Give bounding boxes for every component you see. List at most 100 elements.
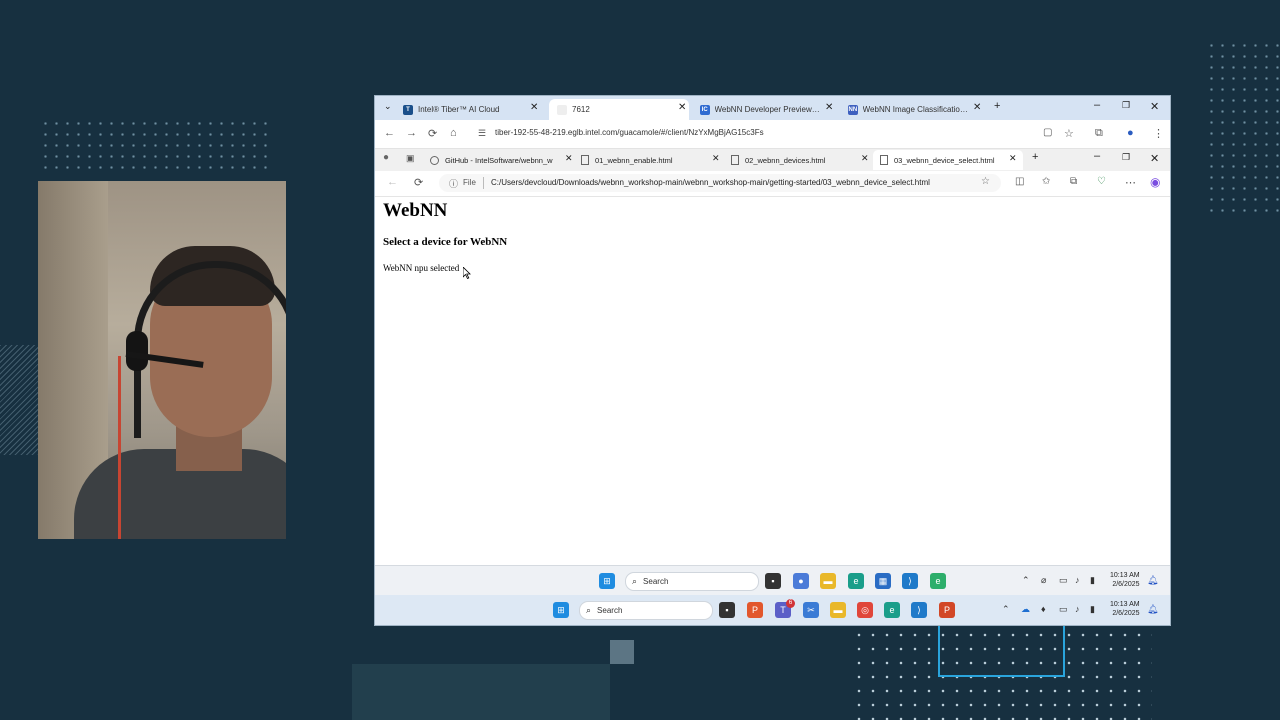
onedrive-icon[interactable]: ☁ (1021, 604, 1030, 615)
close-tab-icon[interactable]: ✕ (565, 153, 573, 164)
copilot-app-icon[interactable]: ● (793, 573, 809, 589)
inner-tab-label: 02_webnn_devices.html (745, 155, 826, 165)
restore-icon[interactable]: ❐ (1122, 100, 1130, 111)
close-window-icon[interactable]: ✕ (1150, 152, 1159, 165)
file-explorer-icon[interactable]: ▬ (820, 573, 836, 589)
site-info-icon[interactable]: ☰ (478, 128, 486, 139)
inner-address-bar[interactable]: ⓘ File C:/Users/devcloud/Downloads/webnn… (439, 174, 1001, 192)
close-tab-icon[interactable]: ✕ (973, 102, 981, 113)
close-tab-icon[interactable]: ✕ (861, 153, 869, 164)
display-icon[interactable]: ▭ (1059, 575, 1068, 586)
copilot-icon[interactable]: ◉ (1150, 175, 1160, 189)
webnn-favicon-icon: IC (700, 104, 710, 115)
profile-icon[interactable]: ● (383, 152, 389, 163)
search-icon: ⌕ (586, 605, 592, 615)
powerpoint-app-icon[interactable]: P (939, 602, 955, 618)
volume-icon[interactable]: ♪ (1075, 575, 1080, 585)
edge-dev-icon[interactable]: e (930, 573, 946, 589)
close-window-icon[interactable]: ✕ (1150, 100, 1159, 113)
back-arrow-icon[interactable]: ← (387, 176, 398, 188)
clock[interactable]: 10:13 AM 2/6/2025 (1110, 600, 1140, 618)
info-icon: ⓘ (449, 179, 459, 189)
teams-badge: 6 (786, 599, 795, 608)
more-menu-icon[interactable]: ⋯ (1125, 176, 1136, 189)
back-arrow-icon[interactable]: ← (384, 127, 395, 139)
close-tab-icon[interactable]: ✕ (678, 102, 686, 113)
forward-arrow-icon[interactable]: → (406, 127, 417, 139)
close-tab-icon[interactable]: ✕ (712, 153, 720, 164)
notification-bell-icon[interactable]: 🔔︎ (1147, 604, 1158, 615)
extensions-icon[interactable]: ⧉ (1095, 127, 1103, 140)
workspaces-icon[interactable]: ▣ (406, 153, 415, 164)
more-menu-icon[interactable]: ⋮ (1153, 127, 1164, 140)
network-icon[interactable]: ⌀ (1041, 575, 1046, 586)
edge-browser-icon[interactable]: e (884, 602, 900, 618)
vscode-icon[interactable]: ⟩ (902, 573, 918, 589)
reload-icon[interactable]: ⟳ (428, 127, 437, 140)
volume-icon[interactable]: ♪ (1075, 604, 1080, 614)
clock[interactable]: 10:13 AM 2/6/2025 (1110, 571, 1140, 589)
tab-list-chevron-icon[interactable]: ⌄ (384, 101, 392, 112)
snipping-tool-icon[interactable]: ✂ (803, 602, 819, 618)
task-view-icon[interactable]: ▪ (719, 602, 735, 618)
close-tab-icon[interactable]: ✕ (1009, 153, 1017, 164)
outer-tab-label: WebNN Developer Preview - In (714, 105, 821, 114)
tiber-favicon-icon: T (403, 104, 413, 115)
minimize-icon[interactable]: – (1094, 99, 1100, 111)
search-label: Search (643, 577, 669, 586)
device-status-text: WebNN npu selected (383, 263, 460, 273)
vscode-icon[interactable]: ⟩ (911, 602, 927, 618)
chrome-icon[interactable]: ◎ (857, 602, 873, 618)
notification-bell-icon[interactable]: 🔔︎ (1147, 575, 1158, 586)
windows-start-icon[interactable]: ⊞ (599, 573, 615, 589)
profile-avatar-icon[interactable]: ● (1127, 127, 1134, 139)
inner-tab-01-webnn-enable[interactable]: 01_webnn_enable.html (581, 150, 721, 170)
task-view-icon[interactable]: ▪ (765, 573, 781, 589)
battery-icon[interactable]: ▮ (1090, 575, 1095, 586)
outer-tab-label: WebNN Image Classification E (862, 105, 968, 114)
home-icon[interactable]: ⌂ (450, 127, 457, 139)
tray-chevron-icon[interactable]: ⌃ (1022, 575, 1030, 586)
close-tab-icon[interactable]: ✕ (530, 102, 538, 113)
restore-icon[interactable]: ❐ (1122, 152, 1130, 163)
inner-tab-strip: ● ▣ GitHub - IntelSoftware/webnn_w ✕ 01_… (375, 149, 1170, 171)
minimize-icon[interactable]: – (1094, 150, 1100, 162)
close-tab-icon[interactable]: ✕ (825, 102, 833, 113)
battery-icon[interactable]: ▮ (1090, 604, 1095, 615)
favorites-icon[interactable]: ✩ (1042, 176, 1050, 187)
inner-tab-github[interactable]: GitHub - IntelSoftware/webnn_w (430, 150, 570, 170)
taskbar-search-input[interactable]: ⌕ Search (579, 601, 713, 620)
file-explorer-icon[interactable]: ▬ (830, 602, 846, 618)
remote-browser-window: ⌄ T Intel® Tiber™ AI Cloud ✕ 7612 ✕ IC W… (375, 96, 1170, 625)
collections-icon[interactable]: ⧉ (1070, 176, 1077, 187)
microphone-icon[interactable]: ♦ (1041, 604, 1046, 614)
github-icon (430, 155, 439, 165)
address-divider (483, 177, 484, 189)
edge-browser-icon[interactable]: e (848, 573, 864, 589)
clock-time: 10:13 AM (1110, 572, 1140, 579)
reload-icon[interactable]: ⟳ (414, 176, 423, 189)
taskbar-search-input[interactable]: ⌕ Search (625, 572, 759, 591)
outer-tab-tiber-ai-cloud[interactable]: T Intel® Tiber™ AI Cloud (403, 99, 545, 120)
outer-tab-7612[interactable]: 7612 (549, 99, 689, 120)
inner-tab-03-webnn-device-select[interactable]: 03_webnn_device_select.html (873, 150, 1023, 170)
outer-tab-webnn-developer-preview[interactable]: IC WebNN Developer Preview - In (700, 99, 820, 120)
store-icon[interactable]: ▦ (875, 573, 891, 589)
favorite-star-icon[interactable]: ☆ (981, 176, 990, 187)
powerpoint-icon[interactable]: P (747, 602, 763, 618)
remote-desktop-view: ● ▣ GitHub - IntelSoftware/webnn_w ✕ 01_… (375, 149, 1170, 565)
outer-tab-webnn-image-classification[interactable]: NN WebNN Image Classification E (848, 99, 968, 120)
bookmark-star-icon[interactable]: ☆ (1064, 127, 1074, 140)
outer-address-bar[interactable]: tiber-192-55-48-219.eglb.intel.com/guaca… (495, 128, 764, 137)
display-icon[interactable]: ▭ (1059, 604, 1068, 615)
tray-chevron-icon[interactable]: ⌃ (1002, 604, 1010, 615)
remote-taskbar: ⊞ ⌕ Search ▪ ● ▬ e ▦ ⟩ e ⌃ ⌀ ▭ ♪ ▮ 10:13… (375, 565, 1170, 596)
local-taskbar: ⊞ ⌕ Search ▪ P T 6 ✂ ▬ ◎ e ⟩ P ⌃ ☁ ♦ ▭ ♪… (375, 595, 1170, 625)
new-tab-button[interactable]: + (1032, 151, 1038, 163)
browser-essentials-icon[interactable]: ♡ (1097, 176, 1106, 187)
new-tab-button[interactable]: + (994, 100, 1000, 112)
windows-start-icon[interactable]: ⊞ (553, 602, 569, 618)
inner-tab-02-webnn-devices[interactable]: 02_webnn_devices.html (731, 150, 871, 170)
install-app-icon[interactable]: ▢ (1043, 127, 1052, 138)
split-screen-icon[interactable]: ◫ (1015, 176, 1024, 187)
